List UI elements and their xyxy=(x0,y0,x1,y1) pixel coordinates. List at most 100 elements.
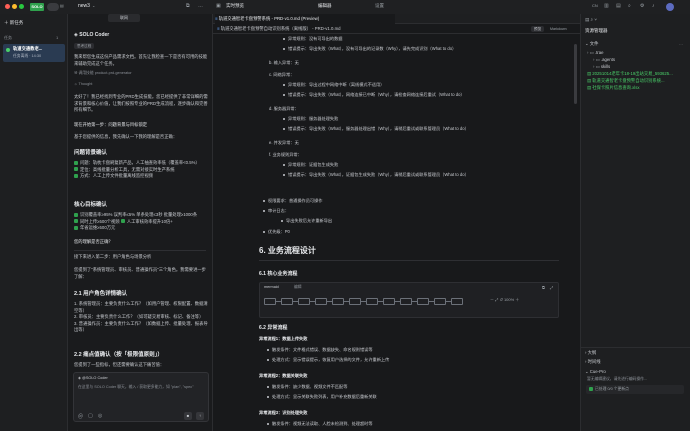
check-item-text: 方式：人工上传文件批量离线监控视频 xyxy=(80,173,154,179)
thought-label: Thought xyxy=(78,82,93,86)
priority-text: 优先级：P0 xyxy=(268,229,290,234)
mermaid-block[interactable]: mermaid 编辑 ⧉ ⤢ － ⤢ ↺ 100% ＋ xyxy=(259,282,559,318)
file-tab[interactable]: ≡ 轨道交通智老卡盘预警系统 - PRD-v1.0.md (Preview) xyxy=(215,14,395,24)
bullet xyxy=(281,219,283,222)
document-preview: 异常规则：没有可导出的数据错误提示：导出失败（What），没有可导出的记录数（W… xyxy=(213,34,580,431)
search-icon[interactable]: ⌕ xyxy=(628,3,631,9)
document-line: 错误提示：导出失败（What），网络连接已中断（Why），请检查网络连接后重试（… xyxy=(283,92,465,97)
task-title: 轨道交通教老... xyxy=(13,46,43,51)
skill-call-label: 调用技能 product-prd-generator xyxy=(78,71,132,75)
chat-tab-title[interactable]: new3 xyxy=(78,3,90,9)
flow-node xyxy=(451,298,463,305)
close-window-button[interactable] xyxy=(5,4,10,9)
chat-input-placeholder[interactable]: 在这里与 SOLO Coder 聊天，输入 / 获取更多能力，如 "plan",… xyxy=(78,385,204,391)
stop-button[interactable]: ■ xyxy=(184,412,192,420)
sidebar-toggle-icon[interactable]: ▤ xyxy=(60,3,64,8)
minimize-window-button[interactable] xyxy=(12,4,17,9)
document-line-text: 错误提示：导出失败（What），没有可导出的记录数（Why），请先完成识别（Wh… xyxy=(288,46,457,51)
document-line: c. 网络异常： xyxy=(269,72,294,77)
document-line-text: e. 并发异常：无 xyxy=(269,140,299,145)
avatar[interactable] xyxy=(666,3,674,11)
reset-icon[interactable]: ↺ xyxy=(499,297,502,302)
thought-toggle[interactable]: ☼ Thought xyxy=(74,82,92,88)
tasks-count: 1 xyxy=(56,35,59,40)
bell-icon[interactable]: ♪ xyxy=(652,3,655,9)
check-icon xyxy=(74,167,78,172)
exception-flow-item-text: 触发条件：文件格式错误、数据缺失、命名规则错误等 xyxy=(272,347,373,352)
chevron-down-icon[interactable]: ⌄ xyxy=(92,3,95,8)
zoom-level: 100% xyxy=(503,297,515,302)
copy-icon[interactable]: ⧉ xyxy=(542,285,545,290)
tree-item-label: 20251014老年卡18-19出站交易_593625... xyxy=(592,71,673,76)
gear-icon[interactable]: ⚙ xyxy=(640,3,644,9)
editor-panel: ≡ 轨道交通智老卡盘预警系统 - PRD-v1.0.md (Preview) ≡… xyxy=(213,14,580,431)
branch-icon[interactable]: ⑂ xyxy=(594,17,597,22)
tree-file[interactable]: ▤ 社保卡照片信息查询.xlsx xyxy=(587,85,687,91)
cue-section[interactable]: ⌄ Cue-Pro xyxy=(585,369,606,375)
divider xyxy=(259,260,559,261)
files-icon[interactable]: ▤ xyxy=(585,17,589,22)
zoom-out-icon[interactable]: － xyxy=(490,297,494,302)
scrollbar[interactable] xyxy=(574,44,577,104)
tab-live-preview[interactable]: 实时预览 xyxy=(226,3,244,9)
new-task-button[interactable]: ＋ 新任务 xyxy=(4,18,64,27)
expand-icon[interactable]: ⤢ xyxy=(550,285,553,290)
task-item[interactable]: 轨道交通教老... 任务离线 · 14:30 xyxy=(3,44,65,62)
status-dot xyxy=(6,48,10,52)
tree-file[interactable]: ▤ 20251014老年卡18-19出站交易_593625... xyxy=(587,71,687,77)
tab-editor[interactable]: 编辑器 xyxy=(318,3,332,9)
tree-file[interactable]: ▤ 轨道交通智老卡盘预警自动识别系统... xyxy=(587,78,687,84)
section-heading-pain: 2.2 痛点值确认（按「极限值原则」） xyxy=(74,352,163,358)
markdown-toggle[interactable]: Markdown xyxy=(550,26,567,32)
check-item-text: 定位：高线批量分析工具，无需对接实时生产系统 xyxy=(80,166,175,172)
bullet xyxy=(267,348,269,351)
document-line-text: 错误提示：导出失败（What），服务器处理出错（Why），请稍后重试或联系管理员… xyxy=(288,126,469,131)
bullet xyxy=(283,127,285,130)
cue-label: Cue-Pro xyxy=(589,369,606,374)
tree-folder[interactable]: › ▭ skills xyxy=(593,64,690,70)
mermaid-edit[interactable]: 编辑 xyxy=(294,285,302,291)
more-icon[interactable]: … xyxy=(198,3,203,9)
breadcrumb-text[interactable]: ≡ 轨道交通智老卡盘预警自动识别系统（离线版） - PRD-v1.0.md xyxy=(217,24,341,34)
search-icon[interactable]: ⌕ xyxy=(591,17,594,22)
attach-icon[interactable]: ＠ xyxy=(78,413,83,420)
exception-flow-item: 触发条件：视频无法读取、人脸未检测到、处理超时等 xyxy=(267,421,373,426)
send-button[interactable]: ↑ xyxy=(196,412,204,420)
web-chip[interactable]: 联网 xyxy=(108,14,140,22)
tree-folder[interactable]: › ▭ .agents xyxy=(593,57,690,63)
panel-icon[interactable]: ▣ xyxy=(216,3,221,9)
section-heading-background: 问题背景确认 xyxy=(74,150,108,156)
layout-icon[interactable]: ▥ xyxy=(604,3,609,9)
outline-section[interactable]: › 大纲 xyxy=(585,350,596,356)
zoom-controls[interactable]: － ⤢ ↺ 100% ＋ xyxy=(490,297,519,303)
document-line: 异常规则：没有可导出的数据 xyxy=(283,36,342,41)
tab-settings[interactable]: 设置 xyxy=(375,3,384,9)
layout-right-icon[interactable]: ▤ xyxy=(616,3,621,9)
check-icon xyxy=(74,174,78,179)
fit-icon[interactable]: ⤢ xyxy=(495,297,498,302)
tree-folder[interactable]: › ▭ .trae xyxy=(587,50,687,56)
document-line: 异常规则：服务器处理失败 xyxy=(283,116,338,121)
flow-node xyxy=(434,298,446,305)
mic-icon[interactable]: ◎ xyxy=(98,413,102,419)
document-line: e. 并发异常：无 xyxy=(269,140,299,145)
files-section[interactable]: ⌄ 文件 xyxy=(585,41,598,47)
preview-toggle[interactable]: 预览 xyxy=(531,26,545,32)
skill-call[interactable]: ⚒ 调用技能 product-prd-generator xyxy=(74,71,208,77)
thinking-chip[interactable]: 思考过程 xyxy=(74,43,95,49)
timeline-section[interactable]: › 时间线 xyxy=(585,359,601,365)
maximize-window-button[interactable] xyxy=(19,4,24,9)
document-line-text: d. 服务器异常： xyxy=(269,106,299,111)
mode-toggle[interactable] xyxy=(47,3,59,11)
zoom-in-icon[interactable]: ＋ xyxy=(515,297,519,302)
bullet xyxy=(267,422,269,425)
flow-node xyxy=(315,298,327,305)
exception-flow-title: 异常流程2：数据关联失败 xyxy=(259,373,308,378)
more-icon[interactable]: … xyxy=(679,41,683,46)
image-icon[interactable]: ▢ xyxy=(88,413,93,419)
tree-item-label: 社保卡照片信息查询.xlsx xyxy=(592,85,640,90)
permission-text: 权限要求：普通操作员可操作 xyxy=(268,198,323,203)
copy-icon[interactable]: ⧉ xyxy=(186,3,190,9)
chat-input-box[interactable]: ◈ @SOLO Coder 在这里与 SOLO Coder 聊天，输入 / 获取… xyxy=(73,372,209,422)
agent-mention[interactable]: ◈ @SOLO Coder xyxy=(78,376,108,382)
